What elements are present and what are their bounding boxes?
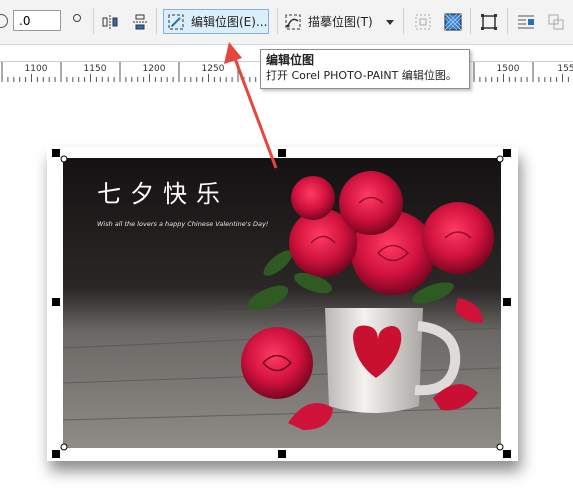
property-toolbar: 编辑位图(E)... 描摹位图(T) — [0, 0, 573, 45]
trace-bitmap-button[interactable]: 描摹位图(T) — [284, 9, 394, 34]
toolbar-separator — [277, 8, 278, 34]
mirror-horizontal-icon[interactable] — [100, 12, 120, 32]
resize-handle-top-left[interactable] — [52, 149, 60, 157]
toolbar-separator — [507, 8, 508, 34]
ruler-label: 1500 — [496, 64, 520, 74]
ruler-label: 1150 — [83, 64, 107, 74]
node-handle[interactable] — [60, 155, 68, 163]
edit-bitmap-icon — [167, 13, 185, 31]
text-wrap-icon[interactable] — [516, 12, 536, 32]
resize-handle-top[interactable] — [278, 149, 286, 157]
toolbar-separator — [403, 8, 404, 34]
toolbar-separator — [93, 8, 94, 34]
photo-title-text: 七夕快乐 — [97, 180, 229, 208]
crop-bitmap-icon[interactable] — [413, 12, 433, 32]
node-handle[interactable] — [60, 443, 68, 451]
rotation-angle-icon — [0, 14, 8, 28]
photo-caption-text: Wish all the lovers a happy Chinese Vale… — [97, 220, 269, 228]
chevron-down-icon[interactable] — [384, 16, 396, 28]
ruler-label: 155 — [557, 64, 573, 74]
mirror-vertical-icon[interactable] — [130, 12, 150, 32]
bitmap-image[interactable]: 七夕快乐 Wish all the lovers a happy Chinese… — [63, 158, 501, 448]
resize-handle-top-right[interactable] — [503, 149, 511, 157]
resize-handle-bottom[interactable] — [278, 450, 286, 458]
rotation-angle-input[interactable] — [13, 10, 61, 31]
edit-bitmap-label: 编辑位图(E)... — [191, 15, 268, 29]
rotation-center-icon — [73, 14, 81, 22]
resize-handle-right[interactable] — [503, 298, 511, 306]
resize-handle-bottom-left[interactable] — [52, 450, 60, 458]
tooltip-title: 编辑位图 — [266, 53, 315, 67]
trace-bitmap-label: 描摹位图(T) — [308, 15, 373, 29]
ruler-label: 1250 — [201, 64, 225, 74]
ruler-label: 1200 — [142, 64, 166, 74]
resize-handle-bottom-right[interactable] — [503, 450, 511, 458]
toolbar-separator — [156, 8, 157, 34]
break-apart-icon[interactable] — [546, 12, 566, 32]
node-handle[interactable] — [496, 443, 504, 451]
tooltip-description: 打开 Corel PHOTO-PAINT 编辑位图。 — [266, 69, 457, 82]
edit-bitmap-tooltip: 编辑位图 打开 Corel PHOTO-PAINT 编辑位图。 — [260, 49, 470, 89]
toolbar-separator — [470, 8, 471, 34]
resize-handle-left[interactable] — [52, 298, 60, 306]
node-handle[interactable] — [496, 155, 504, 163]
trace-bitmap-icon — [284, 13, 302, 31]
bitmap-border-icon[interactable] — [479, 12, 499, 32]
ruler-label: 1100 — [24, 64, 48, 74]
edit-bitmap-button[interactable]: 编辑位图(E)... — [163, 9, 269, 34]
resample-bitmap-icon[interactable] — [443, 12, 463, 32]
